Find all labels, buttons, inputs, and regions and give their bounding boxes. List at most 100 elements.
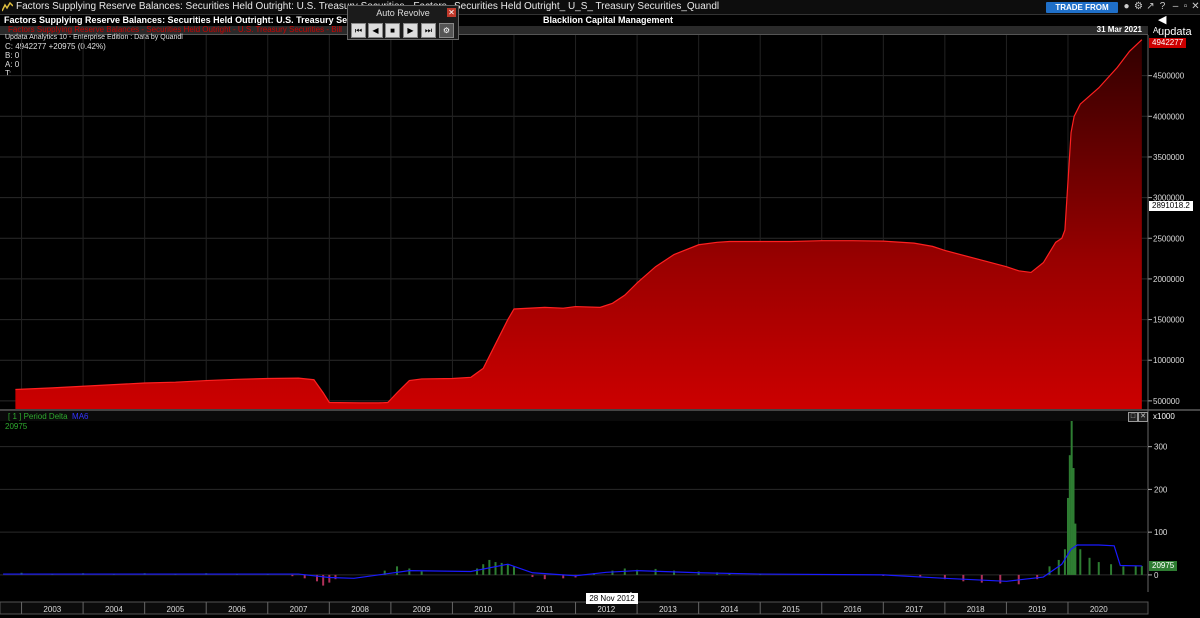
ma-line: [3, 544, 1142, 582]
x-tick-label: 2009: [413, 605, 431, 614]
delta-bar: [654, 568, 657, 575]
brand-logo: ◀ updata: [1158, 14, 1192, 38]
gear-icon[interactable]: ⚙: [1133, 1, 1144, 12]
y-tick-label: 300: [1154, 443, 1168, 452]
y-tick-label: 2500000: [1153, 234, 1185, 243]
x-axis: [0, 601, 1149, 615]
delta-bar: [697, 571, 700, 575]
previous-button[interactable]: ◀: [368, 23, 383, 38]
delta-bar: [476, 568, 479, 575]
x-tick-label: 2013: [659, 605, 677, 614]
delta-bar: [328, 574, 331, 583]
delta-bar: [543, 574, 546, 580]
delta-bar: [1048, 566, 1051, 575]
delta-bar: [174, 573, 177, 575]
y-tick-label: 0: [1154, 571, 1159, 580]
cursor-value-badge: 2891018.2: [1149, 201, 1193, 211]
b-value: B: 0: [5, 51, 20, 60]
y-tick-label: 2000000: [1153, 275, 1185, 284]
ma-label: MA6: [72, 412, 89, 421]
help-icon[interactable]: ?: [1157, 1, 1168, 12]
delta-bar: [716, 572, 719, 575]
y-tick-label: 100: [1154, 528, 1168, 537]
delta-bar: [882, 574, 885, 576]
stop-button[interactable]: ■: [385, 23, 400, 38]
delta-bar: [1088, 557, 1091, 575]
delta-bar: [673, 570, 676, 575]
last-button[interactable]: ⏭: [421, 23, 436, 38]
x-tick-label: 2004: [105, 605, 123, 614]
cursor-date-label: 28 Nov 2012: [586, 593, 638, 604]
auto-revolve-close-icon[interactable]: ✕: [447, 8, 456, 17]
main-chart[interactable]: 5000001000000150000020000002500000300000…: [0, 0, 1200, 618]
a-value: A: 0: [5, 60, 20, 69]
first-button[interactable]: ⏮: [351, 23, 366, 38]
info-icon[interactable]: ●: [1121, 1, 1132, 12]
delta-bar: [494, 562, 497, 575]
auto-revolve-title: Auto Revolve: [376, 8, 430, 18]
auto-revolve-dialog: Auto Revolve ✕ ⏮ ◀ ■ ▶ ⏭ ⚙: [347, 5, 459, 40]
delta-bar: [1110, 564, 1113, 575]
delta-bar: [112, 573, 115, 575]
delta-bar: [728, 573, 731, 575]
delta-bar: [980, 574, 983, 583]
delta-badge: 20975: [1149, 561, 1178, 571]
revolve-settings-icon[interactable]: ⚙: [439, 23, 454, 38]
delta-bar: [1072, 468, 1075, 575]
delta-bar: [562, 574, 565, 579]
delta-bar: [205, 573, 208, 575]
trade-from-chart-button[interactable]: TRADE FROM CHART: [1046, 2, 1118, 23]
delta-bar: [1070, 421, 1073, 575]
delta-bar: [1074, 523, 1077, 575]
close-icon[interactable]: ✕: [1190, 1, 1200, 12]
delta-bar: [623, 568, 626, 575]
company-name: Blacklion Capital Management: [543, 15, 674, 25]
x-tick-label: 2015: [782, 605, 800, 614]
delta-bar: [396, 566, 399, 575]
delta-bar: [574, 574, 577, 578]
x-tick-label: 2007: [290, 605, 308, 614]
period-delta-label: [ 1 ] Period Delta: [8, 412, 68, 421]
delta-bar: [1068, 455, 1071, 575]
delta-bar: [999, 574, 1002, 584]
delta-bar: [235, 573, 238, 575]
brand-name: updata: [1158, 26, 1192, 38]
delta-bar: [1134, 565, 1137, 575]
current-date: 31 Mar 2021: [1096, 25, 1142, 34]
delta-bar: [943, 574, 946, 580]
x-tick-label: 2016: [844, 605, 862, 614]
y-tick-label: 1000000: [1153, 356, 1185, 365]
x-tick-label: 2019: [1028, 605, 1046, 614]
app-logo-icon: [2, 2, 13, 12]
delta-bar: [636, 569, 639, 575]
x-tick-label: 2014: [721, 605, 739, 614]
play-button[interactable]: ▶: [403, 23, 418, 38]
chart-title: Factors Supplying Reserve Balances: Secu…: [4, 15, 402, 25]
y-tick-label: 500000: [1153, 397, 1180, 406]
panel-close-icon[interactable]: ✕: [1138, 412, 1148, 422]
delta-bar: [266, 573, 269, 575]
period-delta-value: 20975: [5, 422, 28, 431]
t-value: T:: [5, 69, 12, 78]
delta-bar: [1079, 549, 1082, 575]
delta-bar: [820, 574, 823, 576]
delta-bar: [51, 573, 54, 575]
delta-bar: [506, 564, 509, 575]
delta-bar: [482, 564, 485, 575]
delta-bar: [611, 570, 614, 575]
y-tick-label: 3500000: [1153, 153, 1185, 162]
delta-bar: [500, 562, 503, 575]
window-title-secondary: Securities Held Outright_ U_S_ Treasury …: [454, 1, 720, 12]
panel-maximize-icon[interactable]: □: [1128, 412, 1138, 422]
delta-bar: [316, 574, 319, 582]
x-tick-label: 2003: [43, 605, 61, 614]
delta-bar: [1066, 497, 1069, 575]
share-icon[interactable]: ↗: [1145, 1, 1156, 12]
last-price-badge: 4942277: [1149, 38, 1187, 48]
delta-bar: [919, 574, 922, 578]
delta-bar: [408, 568, 411, 575]
delta-bar: [383, 570, 386, 575]
delta-bar: [531, 574, 534, 578]
delta-bar: [322, 574, 325, 586]
lower-panel-header: [0, 411, 1148, 421]
